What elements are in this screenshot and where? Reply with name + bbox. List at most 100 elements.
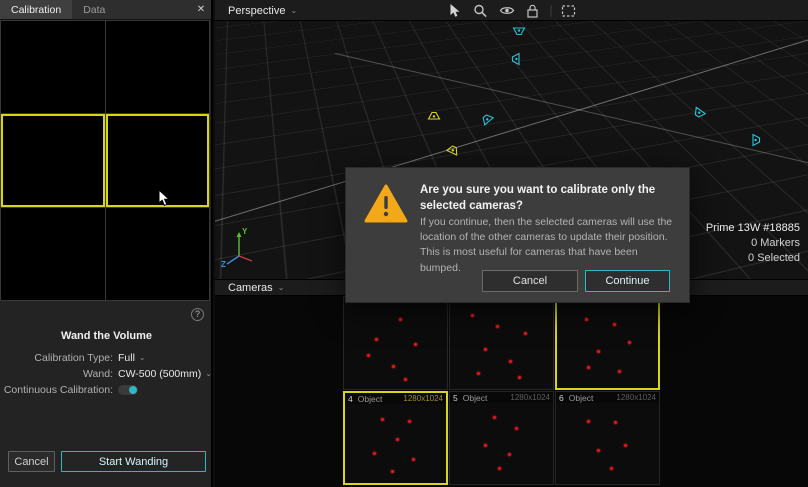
section-title: Wand the Volume	[0, 330, 213, 342]
marker-dot	[471, 314, 474, 317]
marker-dot	[618, 370, 621, 373]
continuous-calibration-toggle[interactable]	[118, 385, 138, 395]
mouse-cursor	[158, 189, 170, 207]
marker-dot	[391, 470, 394, 473]
dialog-continue-button[interactable]: Continue	[585, 270, 670, 292]
toggle-knob	[129, 386, 137, 394]
camera-resolution: 1280x1024	[510, 393, 550, 402]
lock-tool-icon[interactable]	[524, 2, 541, 19]
tab-data[interactable]: Data	[72, 0, 116, 19]
cancel-button[interactable]: Cancel	[8, 451, 55, 472]
warning-icon	[364, 184, 408, 227]
camera-preview-grid	[0, 20, 210, 301]
confirmation-dialog: Are you sure you want to calibrate only …	[345, 167, 690, 303]
marker-dot	[408, 420, 411, 423]
marker-dot	[477, 372, 480, 375]
cameras-view-selector[interactable]: Cameras ⌄	[228, 280, 284, 295]
calibration-type-dropdown[interactable]: Full ⌄	[118, 352, 146, 364]
marker-dot	[524, 332, 527, 335]
axis-gizmo: Y Z	[221, 226, 261, 270]
marker-dot	[493, 416, 496, 419]
selection-info: Prime 13W #18885 0 Markers 0 Selected	[706, 221, 800, 266]
camera-thumbnail[interactable]	[555, 296, 660, 390]
marker-dot	[628, 341, 631, 344]
wand-dropdown[interactable]: CW-500 (500mm) ⌄	[118, 368, 212, 380]
marker-dot	[597, 449, 600, 452]
marker-dot	[404, 378, 407, 381]
camera-preview-cell[interactable]	[1, 208, 105, 300]
marker-dot	[610, 467, 613, 470]
camera-number: 6	[559, 393, 564, 403]
chevron-down-icon: ⌄	[139, 354, 146, 362]
dialog-cancel-button[interactable]: Cancel	[482, 270, 578, 292]
selected-count: 0 Selected	[706, 251, 800, 266]
cameras-grid: 4Object1280x10245Object1280x1024 6 Object 1…	[215, 296, 808, 487]
calibration-type-label: Calibration Type:	[0, 352, 118, 364]
marker-dot	[515, 427, 518, 430]
viewport-toolbar: Perspective ⌄	[215, 0, 808, 21]
camera-info-name: Prime 13W #18885	[706, 221, 800, 236]
camera-mode-label: Object	[569, 393, 594, 403]
camera-preview-cell-selected[interactable]	[1, 114, 105, 206]
tool-group	[446, 0, 577, 21]
calibration-type-row: Calibration Type: Full ⌄	[0, 351, 213, 365]
close-icon[interactable]: ✕	[191, 0, 211, 19]
marker-dot	[585, 318, 588, 321]
chevron-down-icon: ⌄	[278, 284, 285, 292]
start-wanding-button[interactable]: Start Wanding	[61, 451, 206, 472]
camera-glyph[interactable]	[426, 108, 442, 124]
help-icon[interactable]: ?	[191, 308, 204, 321]
marker-dot	[624, 444, 627, 447]
wand-row: Wand: CW-500 (500mm) ⌄	[0, 367, 213, 381]
marker-dot	[484, 348, 487, 351]
marker-dot	[496, 325, 499, 328]
camera-thumbnail[interactable]	[449, 296, 554, 390]
dialog-title: Are you sure you want to calibrate only …	[420, 182, 678, 214]
camera-preview-cell[interactable]	[1, 21, 105, 113]
chevron-down-icon: ⌄	[205, 370, 212, 378]
camera-number: 4	[348, 394, 353, 404]
marker-dot	[367, 354, 370, 357]
marker-dot	[381, 418, 384, 421]
application-window: Calibration Data ✕ ? Wand the Volume Cal…	[0, 0, 808, 487]
marker-dot	[498, 467, 501, 470]
calibration-panel: Calibration Data ✕ ? Wand the Volume Cal…	[0, 0, 213, 487]
marker-dot	[399, 318, 402, 321]
camera-thumbnail-header: 4Object1280x1024	[345, 393, 446, 404]
camera-glyph[interactable]	[442, 139, 463, 160]
marker-dot	[484, 444, 487, 447]
camera-thumbnail[interactable]: 6Object1280x1024	[555, 391, 660, 485]
camera-glyph[interactable]	[511, 23, 527, 39]
marquee-tool-icon[interactable]	[560, 2, 577, 19]
camera-thumbnail-header: 6Object1280x1024	[556, 392, 659, 403]
marker-dot	[414, 343, 417, 346]
visibility-tool-icon[interactable]	[498, 2, 515, 19]
z-axis-label: Z	[221, 260, 226, 269]
marker-dot	[597, 350, 600, 353]
wand-label: Wand:	[0, 368, 118, 380]
toolbar-separator	[550, 5, 551, 17]
camera-glyph[interactable]	[748, 132, 764, 148]
camera-glyph[interactable]	[476, 108, 499, 131]
view-selector[interactable]: Perspective ⌄	[228, 0, 297, 21]
marker-dot	[412, 458, 415, 461]
marker-count: 0 Markers	[706, 236, 800, 251]
marker-dot	[375, 338, 378, 341]
tab-calibration[interactable]: Calibration	[0, 0, 72, 19]
camera-preview-cell[interactable]	[106, 208, 210, 300]
select-tool-icon[interactable]	[446, 2, 463, 19]
y-axis-label: Y	[242, 227, 247, 236]
marker-dot	[587, 420, 590, 423]
camera-glyph[interactable]	[688, 102, 710, 124]
camera-thumbnail[interactable]: 4Object1280x1024	[343, 391, 448, 485]
camera-thumbnail[interactable]	[343, 296, 448, 390]
camera-thumbnail[interactable]: 5Object1280x1024	[449, 391, 554, 485]
camera-resolution: 1280x1024	[403, 394, 443, 403]
marker-dot	[614, 421, 617, 424]
chevron-down-icon: ⌄	[290, 7, 297, 15]
continuous-calibration-row: Continuous Calibration:	[0, 383, 213, 397]
camera-preview-cell[interactable]	[106, 21, 210, 113]
camera-glyph[interactable]	[508, 51, 524, 67]
zoom-tool-icon[interactable]	[472, 2, 489, 19]
dialog-body: If you continue, then the selected camer…	[420, 215, 678, 276]
